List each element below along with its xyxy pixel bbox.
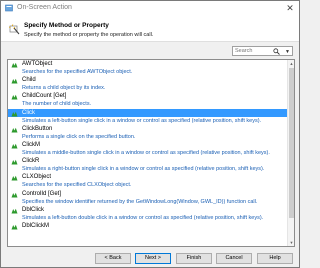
method-icon — [11, 127, 18, 133]
list-item[interactable]: Child Returns a child object by its index… — [8, 76, 287, 92]
page-subtitle: Specify the method or property the opera… — [24, 32, 154, 38]
method-icon — [11, 62, 18, 68]
vertical-scrollbar[interactable]: ▲ ▼ — [287, 60, 294, 246]
item-name: ControlId [Get] — [22, 190, 62, 197]
item-description: Returns a child object by its index. — [22, 85, 106, 92]
scroll-thumb[interactable] — [289, 68, 294, 218]
item-description: The number of child objects. — [22, 101, 92, 108]
search-box[interactable]: ▼ — [232, 46, 293, 56]
close-icon[interactable]: ✕ — [284, 2, 296, 14]
item-name: Click — [22, 109, 35, 116]
method-list[interactable]: AWTObject Searches for the specified AWTO… — [7, 59, 295, 247]
method-icon — [11, 78, 18, 84]
next-button[interactable]: Next > — [135, 253, 171, 264]
method-list-items: AWTObject Searches for the specified AWTO… — [8, 60, 294, 238]
method-icon — [11, 224, 18, 230]
item-name: Child — [22, 77, 36, 84]
scroll-up-icon[interactable]: ▲ — [289, 61, 294, 66]
item-description: Simulates a right-button single click in… — [22, 166, 265, 173]
help-button[interactable]: Help — [257, 253, 293, 264]
list-item[interactable]: Click Simulates a left-button single clic… — [8, 108, 287, 125]
page-title: Specify Method or Property — [24, 22, 109, 29]
app-icon — [5, 4, 13, 12]
item-name: AWTObject — [22, 61, 53, 67]
item-name: ClickM — [22, 141, 40, 148]
method-icon — [11, 192, 18, 198]
list-item[interactable]: DblClickM — [8, 222, 287, 238]
item-description: Simulates a left-button single click in … — [22, 117, 262, 124]
item-name: ClickButton — [22, 125, 53, 132]
item-description: Simulates a left-button double click in … — [22, 214, 264, 221]
method-wand-icon — [8, 24, 20, 35]
list-item[interactable]: AWTObject Searches for the specified AWTO… — [8, 60, 287, 76]
method-icon — [11, 143, 18, 149]
list-item[interactable]: DblClick Simulates a left-button double c… — [8, 206, 287, 222]
list-item[interactable]: ClickButton Performs a single click on th… — [8, 125, 287, 141]
item-description: Searches for the specified CLXObject obj… — [22, 182, 132, 189]
method-icon — [11, 111, 18, 117]
item-name: ChildCount [Get] — [22, 93, 67, 100]
dialog-window: On-Screen Action ✕ Specify Method or Pro… — [0, 0, 300, 268]
method-icon — [11, 175, 18, 181]
item-description: Specifies the window identifier returned… — [22, 198, 258, 205]
search-icon[interactable] — [273, 48, 280, 55]
list-item[interactable]: ControlId [Get] Specifies the window iden… — [8, 190, 287, 206]
cancel-button[interactable]: Cancel — [216, 253, 252, 264]
finish-button[interactable]: Finish — [176, 253, 212, 264]
item-name: ClickR — [22, 158, 40, 165]
wizard-header: Specify Method or Property Specify the m… — [1, 15, 299, 42]
item-description: Searches for the specified AWTObject obj… — [22, 69, 133, 75]
list-item[interactable]: CLXObject Searches for the specified CLXO… — [8, 173, 287, 189]
method-icon — [11, 94, 18, 100]
list-item[interactable]: ChildCount [Get] The number of child obje… — [8, 92, 287, 108]
window-title: On-Screen Action — [17, 4, 72, 11]
list-item[interactable]: ClickR Simulates a right-button single cl… — [8, 157, 287, 173]
item-name: CLXObject — [22, 174, 52, 181]
chevron-down-icon[interactable]: ▼ — [285, 48, 290, 56]
scroll-down-icon[interactable]: ▼ — [289, 240, 294, 245]
list-item[interactable]: ClickM Simulates a middle-button single c… — [8, 141, 287, 157]
method-icon — [11, 208, 18, 214]
selection-highlight — [8, 108, 287, 117]
item-description: Performs a single click on the specified… — [22, 133, 136, 140]
back-button[interactable]: < Back — [95, 253, 131, 264]
item-description: Simulates a middle-button single click i… — [22, 149, 270, 156]
method-icon — [11, 159, 18, 165]
title-bar: On-Screen Action ✕ — [1, 1, 299, 15]
item-name: DblClickM — [22, 222, 49, 229]
search-input[interactable] — [235, 47, 271, 55]
item-name: DblClick — [22, 206, 45, 213]
